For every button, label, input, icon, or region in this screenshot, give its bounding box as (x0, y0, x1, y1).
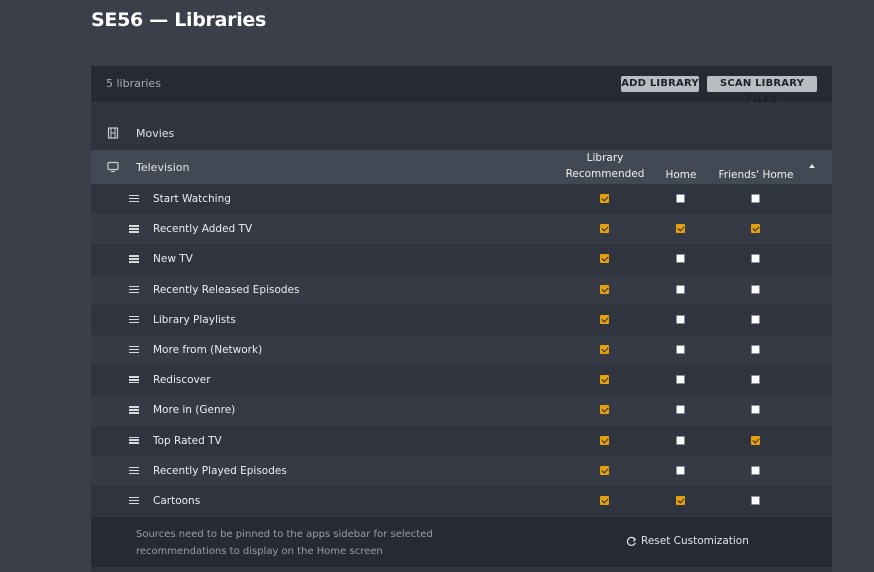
checkbox-home[interactable] (676, 435, 685, 445)
recommendation-label: Library Playlists (153, 313, 236, 326)
recommendation-label: Start Watching (153, 193, 231, 205)
drag-handle-icon[interactable] (129, 285, 139, 293)
column-header-friends-home: Friends' Home (718, 169, 794, 181)
checkbox-home[interactable] (676, 344, 685, 354)
recommendation-label: New TV (153, 253, 193, 266)
recommendation-label: Recently Released Episodes (153, 283, 300, 296)
library-item-label: Movies (136, 127, 175, 140)
drag-handle-icon[interactable] (129, 225, 139, 233)
library-item-television[interactable]: Television Library Recommended Home Frie… (91, 150, 832, 184)
checkbox-home[interactable] (676, 314, 685, 324)
recommendation-row: New TV (91, 244, 832, 274)
drag-handle-icon[interactable] (129, 255, 139, 263)
checkbox-library-recommended[interactable] (600, 465, 609, 475)
recommendation-label: Recently Added TV (153, 223, 253, 236)
collapse-caret-icon[interactable] (809, 164, 815, 168)
recommendation-row: Recently Added TV (91, 214, 832, 245)
checkbox-library-recommended[interactable] (600, 495, 609, 505)
scan-library-files-button[interactable]: SCAN LIBRARY FILES (707, 76, 817, 105)
drag-handle-icon[interactable] (129, 195, 139, 203)
pinning-note: Sources need to be pinned to the apps si… (136, 529, 433, 557)
checkbox-friends-home[interactable] (751, 435, 760, 445)
checkbox-friends-home[interactable] (751, 194, 760, 203)
drag-handle-icon[interactable] (129, 406, 139, 414)
column-header-home: Home (665, 169, 697, 181)
checkbox-friends-home[interactable] (751, 375, 760, 385)
drag-handle-icon[interactable] (129, 345, 139, 354)
checkbox-library-recommended[interactable] (600, 194, 609, 203)
recommendation-list: Start Watching Recently Added TV New TV Rec… (91, 184, 832, 516)
recommendation-row: Recently Released Episodes (91, 274, 832, 305)
checkbox-home[interactable] (676, 405, 685, 415)
drag-handle-icon[interactable] (129, 376, 139, 384)
recommendation-row: Recently Played Episodes (91, 455, 832, 486)
checkbox-library-recommended[interactable] (600, 314, 609, 324)
checkbox-home[interactable] (676, 254, 685, 264)
libraries-header: 5 libraries ADD LIBRARY SCAN LIBRARY FIL… (91, 66, 832, 105)
drag-handle-icon[interactable] (129, 436, 139, 444)
page-title: SE56 — Libraries (91, 9, 267, 31)
libraries-footer: Sources need to be pinned to the apps si… (91, 517, 832, 567)
checkbox-friends-home[interactable] (751, 465, 760, 475)
recommendation-label: Recently Played Episodes (153, 464, 287, 477)
recommendation-row: More in (Genre) (91, 395, 832, 426)
checkbox-home[interactable] (676, 495, 685, 505)
library-item-movies[interactable]: Movies (91, 116, 832, 150)
recommendation-row: Library Playlists (91, 305, 832, 335)
checkbox-library-recommended[interactable] (600, 375, 609, 385)
checkbox-library-recommended[interactable] (600, 224, 609, 234)
recommendation-label: Rediscover (153, 374, 211, 387)
reset-icon (626, 536, 637, 546)
recommendation-label: More from (Network) (153, 343, 263, 356)
drag-handle-icon[interactable] (129, 466, 139, 475)
checkbox-home[interactable] (676, 284, 685, 294)
drag-handle-icon[interactable] (129, 315, 139, 324)
reset-customization-label: Reset Customization (641, 535, 749, 547)
drag-handle-icon[interactable] (129, 496, 139, 505)
checkbox-friends-home[interactable] (751, 224, 760, 234)
checkbox-friends-home[interactable] (751, 284, 760, 294)
recommendation-row: Top Rated TV (91, 426, 832, 456)
checkbox-home[interactable] (676, 375, 685, 385)
checkbox-friends-home[interactable] (751, 495, 760, 505)
checkbox-library-recommended[interactable] (600, 344, 609, 354)
recommendation-label: Top Rated TV (153, 434, 222, 447)
checkbox-friends-home[interactable] (751, 405, 760, 415)
checkbox-home[interactable] (676, 194, 685, 203)
column-header-library-recommended: Library Recommended (565, 152, 645, 180)
checkbox-friends-home[interactable] (751, 314, 760, 324)
recommendation-row: Start Watching (91, 184, 832, 214)
recommendation-row: More from (Network) (91, 334, 832, 366)
checkbox-library-recommended[interactable] (600, 435, 609, 445)
film-icon (107, 127, 119, 139)
library-item-label: Television (136, 161, 190, 174)
checkbox-library-recommended[interactable] (600, 284, 609, 294)
checkbox-library-recommended[interactable] (600, 254, 609, 264)
checkbox-friends-home[interactable] (751, 344, 760, 354)
add-library-button[interactable]: ADD LIBRARY (621, 76, 699, 92)
libraries-panel: 5 libraries ADD LIBRARY SCAN LIBRARY FIL… (91, 66, 832, 572)
checkbox-library-recommended[interactable] (600, 405, 609, 415)
checkbox-home[interactable] (676, 224, 685, 234)
recommendation-label: Cartoons (153, 494, 201, 507)
libraries-page: SE56 — Libraries 5 libraries ADD LIBRARY… (0, 0, 874, 572)
checkbox-friends-home[interactable] (751, 254, 760, 264)
recommendation-row: Cartoons (91, 486, 832, 516)
library-count: 5 libraries (106, 77, 161, 90)
monitor-icon (107, 161, 119, 173)
recommendation-row: Rediscover (91, 365, 832, 395)
checkbox-home[interactable] (676, 465, 685, 475)
recommendation-label: More in (Genre) (153, 404, 236, 417)
